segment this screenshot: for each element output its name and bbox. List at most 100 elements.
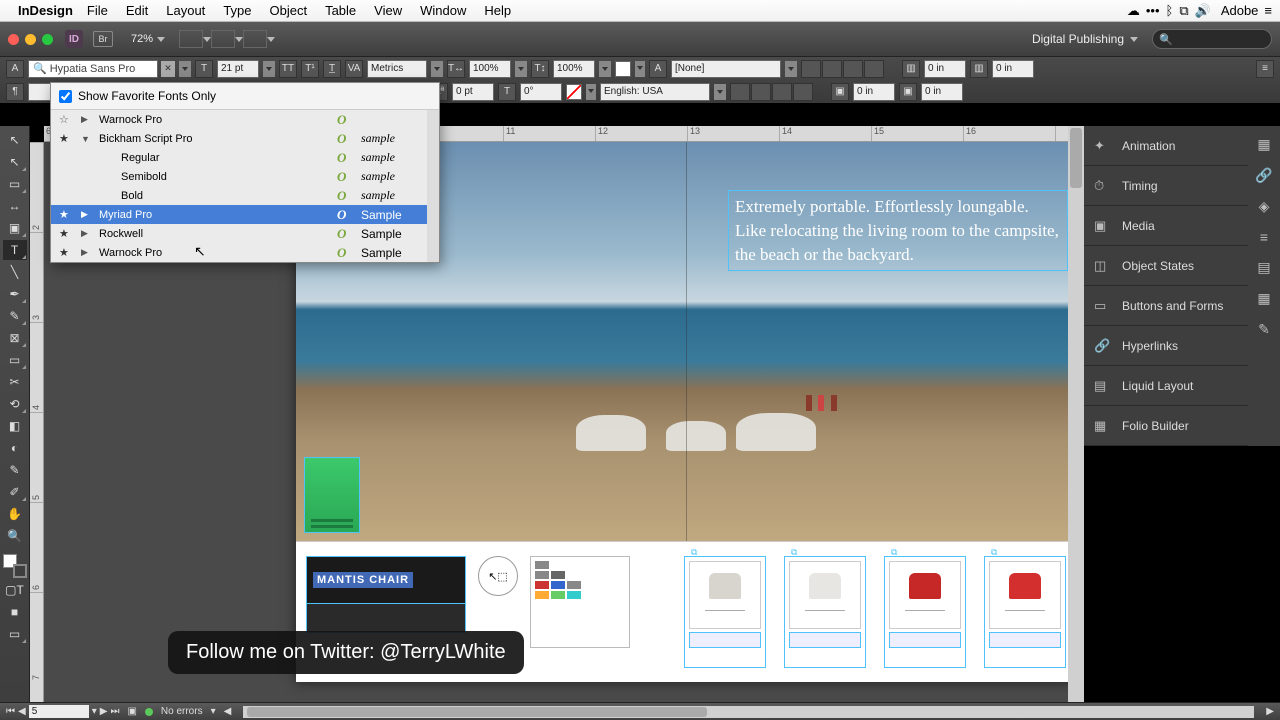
kern-dd-icon[interactable] xyxy=(431,61,443,77)
font-item-bold[interactable]: Bold O sample xyxy=(51,186,439,205)
pen-tool[interactable]: ✒ xyxy=(3,284,27,304)
font-family-field[interactable]: 🔍 Hypatia Sans Pro xyxy=(28,60,158,78)
menu-window[interactable]: Window xyxy=(420,3,466,18)
product-title-frame[interactable]: MANTIS CHAIR xyxy=(306,556,466,604)
hscroll-left[interactable]: ◀ xyxy=(224,706,232,717)
font-size-field[interactable]: 21 pt xyxy=(217,60,259,78)
chips-card[interactable] xyxy=(530,556,630,648)
charstyle-field[interactable]: [None] xyxy=(671,60,781,78)
bt-icon[interactable]: ᛒ xyxy=(1166,3,1174,18)
clear-font-button[interactable]: ✕ xyxy=(161,61,175,77)
layers-panel-icon[interactable]: ◈ xyxy=(1259,198,1270,215)
just-left[interactable] xyxy=(730,83,750,101)
page-tool[interactable]: ▭ xyxy=(3,174,27,194)
bridge-button[interactable]: Br xyxy=(93,31,113,47)
rect-tool[interactable]: ▭ xyxy=(3,350,27,370)
desc-frame[interactable] xyxy=(306,603,466,633)
favorite-star-icon[interactable]: ☆ xyxy=(59,113,73,126)
menu-extras-icon[interactable]: ≡ xyxy=(1264,3,1272,18)
stroke-dd[interactable] xyxy=(586,84,596,100)
pages-panel-icon[interactable]: ▦ xyxy=(1257,136,1270,153)
product-card[interactable]: ⧉ xyxy=(984,556,1066,668)
just-full[interactable] xyxy=(793,83,813,101)
type-tool[interactable]: T xyxy=(3,240,27,260)
gradient-swatch-tool[interactable]: ◧ xyxy=(3,416,27,436)
allcaps-icon[interactable]: TT xyxy=(279,60,297,78)
open-bridge[interactable]: ▣ xyxy=(127,706,136,717)
hscroll-right[interactable]: ▶ xyxy=(1266,706,1274,717)
fill-dd[interactable] xyxy=(635,61,645,77)
product-card[interactable]: ⧉ xyxy=(684,556,766,668)
transform-tool[interactable]: ⟲ xyxy=(3,394,27,414)
gutter[interactable]: 0 in xyxy=(992,60,1034,78)
green-object[interactable] xyxy=(304,457,360,533)
size-dd-icon[interactable] xyxy=(263,61,275,77)
menu-view[interactable]: View xyxy=(374,3,402,18)
vol-icon[interactable]: 🔊 xyxy=(1195,3,1211,19)
zoom-tool[interactable]: 🔍 xyxy=(3,526,27,546)
col-count[interactable]: 0 in xyxy=(924,60,966,78)
panel-menu-icon[interactable]: ≡ xyxy=(1256,60,1274,78)
expand-arrow-icon[interactable]: ▼ xyxy=(81,134,91,144)
font-item-semibold[interactable]: Semibold O sample xyxy=(51,167,439,186)
menu-layout[interactable]: Layout xyxy=(166,3,205,18)
product-card[interactable]: ⧉ xyxy=(884,556,966,668)
formatting-text[interactable]: ▢T xyxy=(3,580,27,600)
expand-arrow-icon[interactable]: ▶ xyxy=(81,209,91,220)
panel-animation[interactable]: ✦Animation xyxy=(1084,126,1248,166)
hero-caption[interactable]: Extremely portable. Effortlessly loungab… xyxy=(728,190,1068,271)
screen-mode-tool[interactable]: ▭ xyxy=(3,624,27,644)
font-dd-icon[interactable] xyxy=(179,61,191,77)
screen-mode[interactable] xyxy=(211,30,235,48)
menu-file[interactable]: File xyxy=(87,3,108,18)
note-tool[interactable]: ✎ xyxy=(3,460,27,480)
panel-buttons-and-forms[interactable]: ▭Buttons and Forms xyxy=(1084,286,1248,326)
align-center[interactable] xyxy=(822,60,842,78)
cc-icon[interactable]: ☁ xyxy=(1127,3,1140,19)
align-right[interactable] xyxy=(843,60,863,78)
expand-arrow-icon[interactable]: ▶ xyxy=(81,228,91,239)
last-page-button[interactable]: ⏭ xyxy=(110,706,119,717)
menu-type[interactable]: Type xyxy=(223,3,251,18)
track-panel-icon[interactable]: ✎ xyxy=(1258,321,1270,338)
mac-app-name[interactable]: InDesign xyxy=(18,3,73,18)
underline-icon[interactable]: T̲ xyxy=(323,60,341,78)
just-right[interactable] xyxy=(772,83,792,101)
lang-dd[interactable] xyxy=(714,84,726,100)
apply-color[interactable]: ■ xyxy=(3,602,27,622)
pencil-tool[interactable]: ✎ xyxy=(3,306,27,326)
first-page-button[interactable]: ⏮ xyxy=(6,706,15,717)
hand-tool[interactable]: ✋ xyxy=(3,504,27,524)
inset-b[interactable]: 0 in xyxy=(921,83,963,101)
kerning-field[interactable]: Metrics xyxy=(367,60,427,78)
horizontal-scrollbar[interactable] xyxy=(243,706,1254,718)
align-justify[interactable] xyxy=(864,60,884,78)
skew-field[interactable]: 0° xyxy=(520,83,562,101)
swatches-panel-icon[interactable]: ▦ xyxy=(1257,290,1270,307)
show-favorites-row[interactable]: Show Favorite Fonts Only xyxy=(51,83,439,110)
expand-arrow-icon[interactable]: ▶ xyxy=(81,114,91,125)
font-item-bickham-script-pro[interactable]: ★ ▼ Bickham Script Pro O sample xyxy=(51,129,439,148)
language-field[interactable]: English: USA xyxy=(600,83,710,101)
panel-media[interactable]: ▣Media xyxy=(1084,206,1248,246)
vertical-scrollbar[interactable] xyxy=(1068,126,1084,702)
panel-folio-builder[interactable]: ▦Folio Builder xyxy=(1084,406,1248,446)
max-window[interactable] xyxy=(42,34,53,45)
help-search[interactable]: 🔍 xyxy=(1152,29,1272,49)
direct-select-tool[interactable]: ↖ xyxy=(3,152,27,172)
show-favorites-checkbox[interactable] xyxy=(59,90,72,103)
favorite-star-icon[interactable]: ★ xyxy=(59,208,73,221)
scrollbar-thumb[interactable] xyxy=(428,112,438,152)
vscale-field[interactable]: 100% xyxy=(553,60,595,78)
menu-table[interactable]: Table xyxy=(325,3,356,18)
just-center[interactable] xyxy=(751,83,771,101)
expand-arrow-icon[interactable]: ▶ xyxy=(81,247,91,258)
scissors-tool[interactable]: ✂ xyxy=(3,372,27,392)
prev-page-button[interactable]: ◀ xyxy=(18,706,26,717)
font-item-warnock-pro[interactable]: ★ ▶ Warnock Pro O Sample xyxy=(51,243,439,262)
more-icon[interactable]: ••• xyxy=(1146,3,1160,18)
close-window[interactable] xyxy=(8,34,19,45)
color-panel-icon[interactable]: ▤ xyxy=(1257,259,1270,276)
char-mode-icon[interactable]: A xyxy=(6,60,24,78)
stroke-swatch[interactable] xyxy=(566,84,582,100)
